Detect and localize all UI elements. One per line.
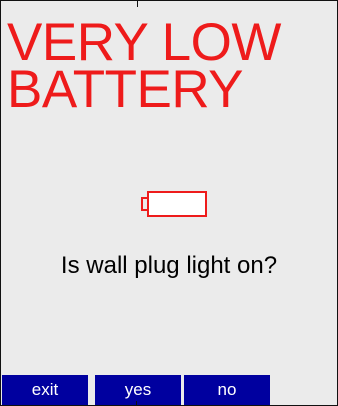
no-button[interactable]: no (184, 375, 270, 405)
question-text: Is wall plug light on? (60, 252, 278, 279)
yes-button[interactable]: yes (95, 375, 181, 405)
top-tick-mark (137, 1, 138, 7)
device-screen: VERY LOW BATTERY Is wall plug light on? … (0, 0, 338, 406)
bottom-tick-mark (136, 401, 137, 405)
warning-title-line-1: VERY LOW (7, 13, 281, 72)
warning-title: VERY LOW BATTERY (7, 13, 281, 119)
battery-low-icon (141, 191, 207, 217)
warning-title-line-2: BATTERY (7, 60, 244, 119)
exit-button[interactable]: exit (2, 375, 88, 405)
